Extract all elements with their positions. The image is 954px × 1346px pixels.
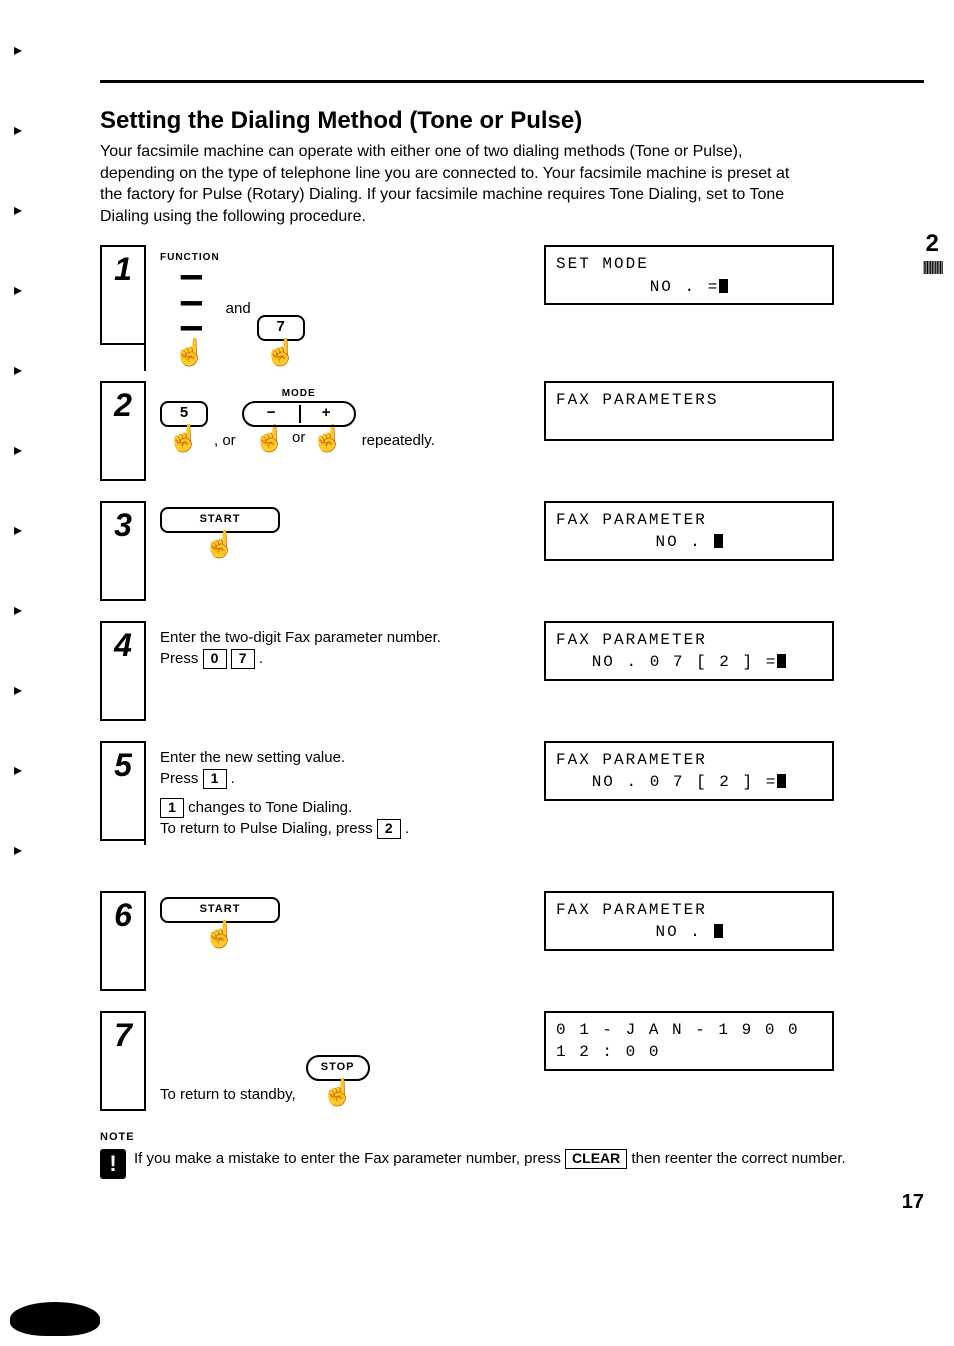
step-action: To return to standby, STOP ☝	[144, 1011, 534, 1111]
step-2: 2 5 ☝ , or MODE − + ☝ or ☝ rep	[100, 381, 924, 491]
lcd-display: FAX PARAMETER NO . 0 7 [ 2 ] =	[544, 621, 834, 681]
instruction-text: Press 0 7 .	[160, 648, 524, 669]
display-line-1: FAX PARAMETER	[556, 509, 822, 531]
lcd-display: FAX PARAMETER NO .	[544, 501, 834, 561]
joiner-text: , or	[214, 430, 236, 451]
cursor-block	[777, 774, 786, 788]
step-3: 3 START ☝ FAX PARAMETER NO .	[100, 501, 924, 611]
cursor-block	[714, 534, 723, 548]
display-line-2: NO .	[556, 531, 822, 553]
lcd-display: SET MODE NO . =	[544, 245, 834, 305]
display-line-1: 0 1 - J A N - 1 9 0 0 1 2 : 0 0	[556, 1019, 822, 1064]
press-hand-icon: ☝	[204, 531, 236, 557]
key-2: 2	[377, 819, 401, 839]
key-0: 0	[203, 649, 227, 669]
press-hand-icon: ☝	[312, 425, 344, 451]
note-text: If you make a mistake to enter the Fax p…	[134, 1149, 846, 1179]
binding-marks: ▸▸▸▸▸▸▸▸▸▸▸	[14, 40, 22, 860]
clear-key: CLEAR	[565, 1149, 627, 1169]
instruction-text: Enter the two-digit Fax parameter number…	[160, 627, 524, 648]
step-6: 6 START ☝ FAX PARAMETER NO .	[100, 891, 924, 1001]
exclamation-icon: !	[100, 1149, 126, 1179]
press-hand-icon: ☝	[174, 339, 206, 365]
step-action: START ☝	[144, 501, 534, 601]
step-action: Enter the new setting value. Press 1 . 1…	[144, 741, 534, 845]
instruction-text: 1 changes to Tone Dialing.	[160, 797, 524, 818]
press-hand-icon: ☝	[321, 1079, 353, 1105]
step-number: 4	[100, 621, 144, 721]
cursor-block	[777, 654, 786, 668]
press-hand-icon: ☝	[168, 425, 200, 451]
key-1: 1	[203, 769, 227, 789]
joiner-text: or	[292, 429, 305, 446]
instruction-text: To return to standby,	[160, 1084, 296, 1105]
step-number: 2	[100, 381, 144, 481]
note-label: NOTE	[100, 1131, 924, 1143]
step-action: START ☝	[144, 891, 534, 991]
step-number: 7	[100, 1011, 144, 1111]
display-line-1: FAX PARAMETER	[556, 899, 822, 921]
step-5: 5 Enter the new setting value. Press 1 .…	[100, 741, 924, 881]
press-hand-icon: ☝	[253, 425, 285, 451]
instruction-text: Press 1 .	[160, 768, 524, 789]
display-line-2: NO . 0 7 [ 2 ] =	[556, 771, 822, 793]
page-title: Setting the Dialing Method (Tone or Puls…	[100, 107, 924, 135]
keypad-icon: ▪▪▪▪▪▪▪▪▪▪▪▪▪▪▪▪▪▪	[180, 265, 200, 341]
step-action: FUNCTION ▪▪▪▪▪▪▪▪▪▪▪▪▪▪▪▪▪▪ ☝ and 7 ☝	[144, 245, 534, 371]
step-7: 7 To return to standby, STOP ☝ 0 1 - J A…	[100, 1011, 924, 1121]
step-number: 5	[100, 741, 144, 841]
key-7: 7	[231, 649, 255, 669]
thumb-index-marks: ||||||||||||	[922, 258, 942, 274]
steps-list: 1 FUNCTION ▪▪▪▪▪▪▪▪▪▪▪▪▪▪▪▪▪▪ ☝ and 7 ☝ …	[100, 245, 924, 1121]
display-line-1: FAX PARAMETERS	[556, 389, 822, 411]
lcd-display: FAX PARAMETERS	[544, 381, 834, 441]
display-line-2: NO . 0 7 [ 2 ] =	[556, 651, 822, 673]
press-hand-icon: ☝	[204, 921, 236, 947]
display-line-1: FAX PARAMETER	[556, 749, 822, 771]
tail-text: repeatedly.	[362, 430, 435, 451]
chapter-number: 2	[922, 230, 942, 258]
key-1: 1	[160, 798, 184, 818]
cursor-block	[719, 279, 728, 293]
step-1: 1 FUNCTION ▪▪▪▪▪▪▪▪▪▪▪▪▪▪▪▪▪▪ ☝ and 7 ☝ …	[100, 245, 924, 371]
step-number: 6	[100, 891, 144, 991]
scan-artifact	[10, 1302, 100, 1336]
display-line-2: NO .	[556, 921, 822, 943]
step-action: 5 ☝ , or MODE − + ☝ or ☝ repeatedly.	[144, 381, 534, 481]
mode-label: MODE	[244, 387, 354, 401]
step-4: 4 Enter the two-digit Fax parameter numb…	[100, 621, 924, 731]
instruction-text: Enter the new setting value.	[160, 747, 524, 768]
step-number: 1	[100, 245, 144, 345]
lcd-display: FAX PARAMETER NO . 0 7 [ 2 ] =	[544, 741, 834, 801]
page-number: 17	[100, 1191, 924, 1214]
display-line-1: FAX PARAMETER	[556, 629, 822, 651]
press-hand-icon: ☝	[265, 339, 297, 365]
function-label: FUNCTION	[160, 251, 220, 265]
intro-paragraph: Your facsimile machine can operate with …	[100, 141, 800, 227]
joiner-text: and	[226, 298, 251, 319]
mode-rocker-key: − +	[242, 401, 356, 427]
display-line-1: SET MODE	[556, 253, 822, 275]
note-block: NOTE ! If you make a mistake to enter th…	[100, 1131, 924, 1179]
chapter-tab: 2 ||||||||||||	[922, 230, 942, 274]
lcd-display: FAX PARAMETER NO .	[544, 891, 834, 951]
step-number: 3	[100, 501, 144, 601]
instruction-text: To return to Pulse Dialing, press 2 .	[160, 818, 524, 839]
section-rule	[100, 80, 924, 83]
step-action: Enter the two-digit Fax parameter number…	[144, 621, 534, 721]
lcd-display: 0 1 - J A N - 1 9 0 0 1 2 : 0 0	[544, 1011, 834, 1071]
display-line-2: NO . =	[556, 276, 822, 298]
cursor-block	[714, 924, 723, 938]
